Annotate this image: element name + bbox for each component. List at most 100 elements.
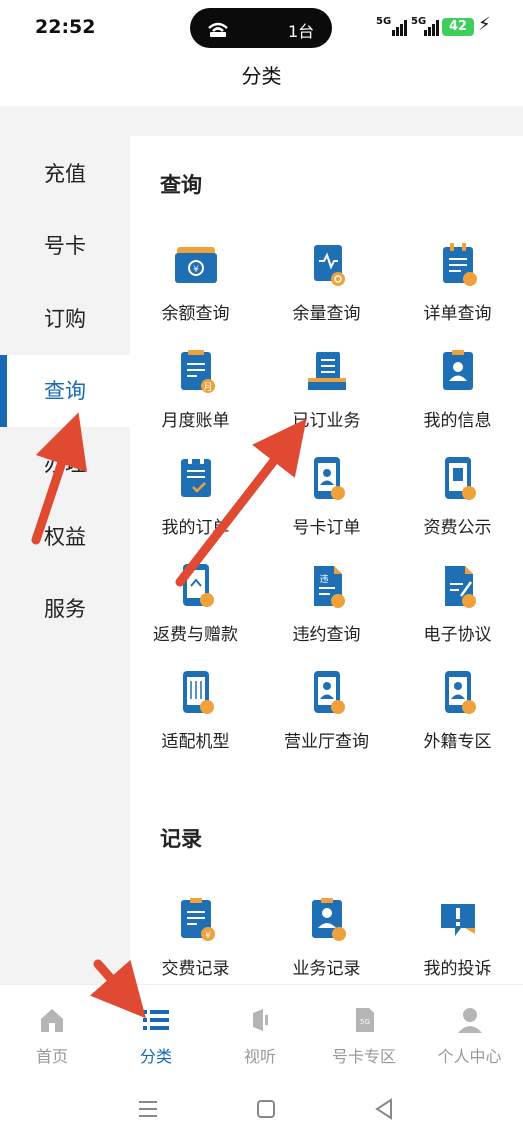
grid-item-label: 电子协议 (423, 625, 492, 645)
phone-user-icon (313, 457, 345, 500)
tab-label: 视听 (243, 1047, 276, 1066)
category-icon (143, 1010, 169, 1030)
tab-label: 首页 (35, 1047, 68, 1066)
grid-item-label: 月度账单 (161, 411, 230, 431)
tab-label: 分类 (139, 1047, 172, 1066)
hotspot-pill[interactable]: 1台 (190, 8, 332, 48)
grid-item-label: 我的订单 (161, 518, 230, 538)
wallet-icon: ¥ (174, 247, 217, 283)
status-bar: 22:52 1台 5G 5G 42 ⚡ (0, 0, 523, 54)
home-icon (41, 1009, 63, 1032)
grid-item-tariff[interactable]: 资费公示 (392, 455, 523, 555)
grid-item-label: 返费与赠款 (153, 625, 238, 645)
grid-item-sim-orders[interactable]: 号卡订单 (261, 455, 392, 555)
grid-item-label: 号卡订单 (292, 518, 361, 538)
sidebar-item-sim[interactable]: 号卡 (0, 210, 130, 282)
grid-item-label: 违约查询 (292, 625, 361, 645)
tab-label: 个人中心 (437, 1047, 502, 1066)
bottom-tab-bar: 首页 分类 视听 5G 号卡专区 个人中心 (0, 984, 523, 1069)
category-content: 查询 ¥ 余额查询 余量查询 详单查询 月 月度账单 已订业务 我的信息 我的订… (130, 106, 523, 984)
grid-item-label: 适配机型 (161, 732, 230, 752)
usage-doc-icon (313, 245, 345, 286)
hotspot-device-count: 1台 (288, 22, 315, 41)
grid-item-label: 我的投诉 (423, 959, 492, 979)
grid-item-refund[interactable]: 返费与赠款 (130, 562, 261, 662)
grid-item-monthly-bill[interactable]: 月 月度账单 (130, 348, 261, 448)
grid-item-payment-records[interactable]: ¥ 交费记录 (130, 896, 261, 984)
store-location-icon (313, 671, 345, 714)
section-title-records: 记录 (160, 827, 202, 851)
menu-icon[interactable] (133, 1094, 163, 1124)
grid-item-complaints[interactable]: 我的投诉 (392, 896, 523, 984)
sidebar-item-service[interactable]: 服务 (0, 573, 130, 645)
tab-label: 号卡专区 (331, 1047, 396, 1066)
grid-item-e-contract[interactable]: 电子协议 (392, 562, 523, 662)
media-icon (253, 1009, 268, 1031)
monthly-bill-icon: 月 (180, 350, 215, 393)
grid-item-store-query[interactable]: 营业厅查询 (261, 669, 392, 769)
person-icon (457, 1008, 482, 1033)
system-nav-bar (0, 1068, 523, 1147)
tab-media[interactable]: 视听 (208, 985, 312, 1069)
profile-card-icon (442, 350, 473, 390)
sidebar-item-handle[interactable]: 办理 (0, 428, 130, 500)
grid-item-label: 资费公示 (423, 518, 492, 538)
order-check-icon (180, 457, 211, 497)
grid-item-label: 交费记录 (161, 959, 230, 979)
complaint-icon (440, 904, 475, 936)
payment-record-icon: ¥ (180, 898, 215, 941)
grid-item-foreign-zone[interactable]: 外籍专区 (392, 669, 523, 769)
tab-profile[interactable]: 个人中心 (416, 985, 523, 1069)
grid-item-label: 余额查询 (161, 304, 230, 324)
svg-text:违: 违 (319, 574, 328, 585)
grid-item-my-info[interactable]: 我的信息 (392, 348, 523, 448)
grid-item-label: 详单查询 (423, 304, 492, 324)
grid-item-label: 外籍专区 (423, 732, 492, 752)
battery-indicator: 42 (442, 18, 474, 36)
signal-5g-label-1: 5G (376, 16, 392, 27)
grid-item-label: 余量查询 (292, 304, 361, 324)
grid-item-balance[interactable]: ¥ 余额查询 (130, 241, 261, 341)
tab-category[interactable]: 分类 (104, 985, 208, 1069)
clock: 22:52 (35, 16, 96, 38)
signal-5g-label-2: 5G (411, 16, 427, 27)
foreign-zone-icon (444, 671, 476, 714)
grid-item-label: 业务记录 (292, 959, 361, 979)
charging-icon: ⚡ (478, 14, 491, 35)
grid-item-usage[interactable]: 余量查询 (261, 241, 392, 341)
sidebar-item-order[interactable]: 订购 (0, 283, 130, 355)
grid-item-label: 已订业务 (292, 411, 361, 431)
service-record-icon (311, 898, 346, 941)
back-triangle-icon[interactable] (369, 1094, 399, 1124)
phone-sliders-icon (182, 671, 214, 714)
sidebar-item-recharge[interactable]: 充值 (0, 138, 130, 210)
grid-item-violation[interactable]: 违 违约查询 (261, 562, 392, 662)
grid-item-label: 我的信息 (423, 411, 492, 431)
refund-phone-icon (182, 564, 214, 607)
tab-home[interactable]: 首页 (0, 985, 104, 1069)
grid-item-subscribed[interactable]: 已订业务 (261, 348, 392, 448)
sidebar-item-query[interactable]: 查询 (0, 355, 130, 427)
violation-doc-icon: 违 (313, 566, 345, 608)
grid-item-label: 营业厅查询 (284, 732, 369, 752)
hotspot-icon (208, 22, 228, 37)
tab-sim-zone[interactable]: 5G 号卡专区 (312, 985, 416, 1069)
list-clipboard-icon (442, 243, 477, 286)
content-top-band (130, 106, 523, 136)
subscribed-list-icon (307, 352, 346, 390)
grid-item-compatible-models[interactable]: 适配机型 (130, 669, 261, 769)
svg-text:¥: ¥ (205, 931, 211, 941)
grid-item-my-orders[interactable]: 我的订单 (130, 455, 261, 555)
page-title: 分类 (241, 64, 282, 88)
svg-text:月: 月 (203, 382, 212, 393)
home-square-icon[interactable] (251, 1094, 281, 1124)
page-header: 分类 (0, 54, 523, 106)
edit-doc-icon (444, 566, 476, 608)
grid-item-detail[interactable]: 详单查询 (392, 241, 523, 341)
sidebar-item-benefits[interactable]: 权益 (0, 501, 130, 573)
section-title-query: 查询 (160, 173, 202, 197)
phone-doc-icon (444, 457, 476, 500)
grid-item-service-records[interactable]: 业务记录 (261, 896, 392, 984)
sim-card-icon: 5G (356, 1008, 374, 1032)
svg-text:¥: ¥ (193, 265, 199, 275)
